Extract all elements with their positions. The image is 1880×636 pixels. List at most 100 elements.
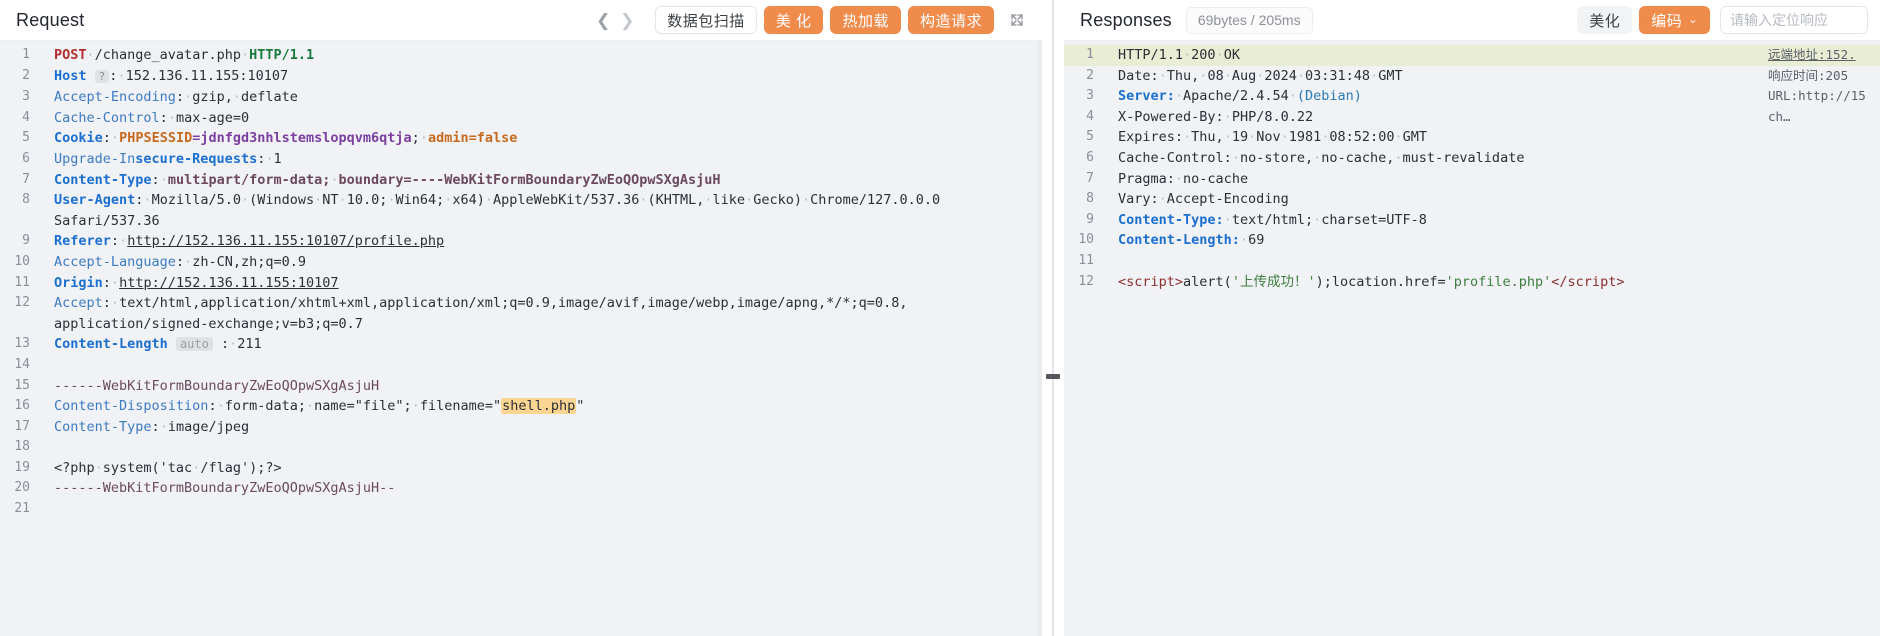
line-number: 5 — [1086, 129, 1094, 145]
code-line: 18 — [0, 437, 1042, 458]
line-number: 8 — [22, 192, 30, 208]
code-line: 3 Server:·Apache/2.4.54·(Debian) — [1064, 86, 1880, 107]
code-line: 7 Content-Type:·multipart/form-data;·boun… — [0, 170, 1042, 191]
line-number: 3 — [1086, 88, 1094, 104]
line-number: 8 — [1086, 191, 1094, 207]
request-code-scroll[interactable]: 1 POST·/change_avatar.php·HTTP/1.1 2 Host ?… — [0, 41, 1042, 636]
chevron-left-icon[interactable]: ❮ — [592, 7, 614, 33]
response-panel-title: Responses — [1080, 9, 1172, 30]
code-line: 13 Content-Length auto :·211 — [0, 334, 1042, 355]
line-content: Accept-Language:·zh-CN,zh;q=0.9 — [54, 253, 306, 270]
code-line: 3 Accept-Encoding:·gzip,·deflate — [0, 87, 1042, 108]
request-panel: Request ❮ ❯ 数据包扫描 美 化 热加载 构造请求 1 POST·/c… — [0, 0, 1042, 636]
line-content: Expires:·Thu,·19·Nov·1981·08:52:00·GMT — [1118, 129, 1427, 146]
request-code-lines: 1 POST·/change_avatar.php·HTTP/1.1 2 Host ?… — [0, 41, 1042, 520]
line-content: Safari/537.36 — [54, 212, 160, 229]
line-content: Pragma:·no-cache — [1118, 170, 1249, 187]
line-content: Content-Length:·69 — [1118, 232, 1265, 249]
request-toolbar: Request ❮ ❯ 数据包扫描 美 化 热加载 构造请求 — [0, 0, 1042, 41]
code-line: 9 Content-Type:·text/html;·charset=UTF-8 — [1064, 210, 1880, 231]
line-number: 19 — [14, 459, 30, 475]
line-number: 21 — [14, 501, 30, 517]
line-content: Vary:·Accept-Encoding — [1118, 191, 1289, 208]
request-nav-arrows: ❮ ❯ — [592, 7, 638, 33]
response-code-scroll[interactable]: 1 HTTP/1.1·200·OK 2 Date:·Thu,·08·Aug·2024·… — [1064, 41, 1880, 636]
line-number: 6 — [22, 150, 30, 166]
line-number: 20 — [14, 480, 30, 496]
line-content: POST·/change_avatar.php·HTTP/1.1 — [54, 47, 315, 63]
line-content: Referer:·http://152.136.11.155:10107/pro… — [54, 233, 445, 250]
beautify-button[interactable]: 美 化 — [763, 6, 824, 34]
line-number: 11 — [1078, 252, 1094, 268]
packet-scan-button[interactable]: 数据包扫描 — [655, 6, 757, 34]
line-number: 1 — [1086, 47, 1094, 62]
line-content: X-Powered-By:·PHP/8.0.22 — [1118, 108, 1314, 125]
line-number: 18 — [14, 439, 30, 455]
code-line: 2 Date:·Thu,·08·Aug·2024·03:31:48·GMT — [1064, 66, 1880, 87]
code-line: 1 POST·/change_avatar.php·HTTP/1.1 — [0, 45, 1042, 66]
response-toolbar: Responses 69bytes / 205ms 美化 编码 ⌄ — [1064, 0, 1880, 41]
line-number: 14 — [14, 356, 30, 372]
line-number: 2 — [1086, 67, 1094, 83]
response-panel: Responses 69bytes / 205ms 美化 编码 ⌄ 1 HTTP/… — [1064, 0, 1880, 636]
code-line: 8 User-Agent:·Mozilla/5.0·(Windows·NT·10.… — [0, 190, 1042, 211]
code-line: 7 Pragma:·no-cache — [1064, 169, 1880, 190]
response-code-area[interactable]: 1 HTTP/1.1·200·OK 2 Date:·Thu,·08·Aug·2024·… — [1064, 41, 1880, 636]
line-number: 6 — [1086, 149, 1094, 165]
line-content: Content-Disposition:·form-data;·name="fi… — [54, 398, 585, 415]
line-content: Accept:·text/html,application/xhtml+xml,… — [54, 295, 908, 312]
line-content: Upgrade-Insecure-Requests:·1 — [54, 150, 282, 167]
divider-line — [1052, 0, 1054, 636]
panel-divider[interactable] — [1042, 0, 1064, 636]
divider-grip-handle[interactable] — [1046, 374, 1060, 379]
code-line: 4 X-Powered-By:·PHP/8.0.22 — [1064, 107, 1880, 128]
line-number: 16 — [14, 398, 30, 414]
line-number: 12 — [14, 295, 30, 311]
response-size-badge: 69bytes / 205ms — [1185, 6, 1313, 34]
code-line: 12 <script>alert('上传成功！');location.href='… — [1064, 272, 1880, 293]
line-content: HTTP/1.1·200·OK — [1118, 47, 1240, 63]
line-number: 4 — [22, 109, 30, 125]
chevron-down-icon: ⌄ — [1688, 13, 1698, 26]
line-number: 11 — [14, 274, 30, 290]
encoding-dropdown-button[interactable]: 编码 ⌄ — [1639, 6, 1710, 34]
line-number: 13 — [14, 336, 30, 352]
line-content: ------WebKitFormBoundaryZwEoQOpwSXgAsjuH… — [54, 480, 396, 497]
line-number: 17 — [14, 418, 30, 434]
chevron-right-icon[interactable]: ❯ — [616, 7, 638, 33]
line-content: User-Agent:·Mozilla/5.0·(Windows·NT·10.0… — [54, 192, 941, 209]
line-number: 10 — [1078, 232, 1094, 248]
line-content: ------WebKitFormBoundaryZwEoQOpwSXgAsjuH — [54, 377, 380, 394]
response-beautify-button[interactable]: 美化 — [1577, 6, 1633, 34]
line-content: Cache-Control:·max-age=0 — [54, 109, 250, 126]
code-line: 11 Origin:·http://152.136.11.155:10107 — [0, 273, 1042, 294]
line-number: 10 — [14, 253, 30, 269]
code-line: 14 — [0, 355, 1042, 376]
request-code-area[interactable]: 1 POST·/change_avatar.php·HTTP/1.1 2 Host ?… — [0, 41, 1042, 636]
line-content: Content-Length auto :·211 — [54, 336, 262, 353]
build-request-button[interactable]: 构造请求 — [907, 6, 994, 34]
code-line: 5 Expires:·Thu,·19·Nov·1981·08:52:00·GMT — [1064, 127, 1880, 148]
line-number: 3 — [22, 89, 30, 105]
line-number: 7 — [22, 171, 30, 187]
hot-reload-button[interactable]: 热加载 — [830, 6, 901, 34]
code-line: 12 Accept:·text/html,application/xhtml+xm… — [0, 293, 1042, 314]
code-line: 2 Host ?:·152.136.11.155:10107 — [0, 66, 1042, 88]
code-line: Safari/537.36 — [0, 211, 1042, 232]
code-line: 6 Upgrade-Insecure-Requests:·1 — [0, 149, 1042, 170]
line-content: Cookie:·PHPSESSID=jdnfgd3nhlstemslopqvm6… — [54, 130, 518, 147]
line-content: Origin:·http://152.136.11.155:10107 — [54, 274, 339, 291]
line-content: <script>alert('上传成功！');location.href='pr… — [1118, 273, 1625, 290]
line-content: Server:·Apache/2.4.54·(Debian) — [1118, 88, 1362, 105]
code-line: 10 Content-Length:·69 — [1064, 230, 1880, 251]
code-line: 4 Cache-Control:·max-age=0 — [0, 108, 1042, 129]
code-line: 16 Content-Disposition:·form-data;·name="… — [0, 396, 1042, 417]
code-line: 17 Content-Type:·image/jpeg — [0, 417, 1042, 438]
http-packet-viewer: Request ❮ ❯ 数据包扫描 美 化 热加载 构造请求 1 POST·/c… — [0, 0, 1880, 636]
locate-response-input[interactable] — [1720, 6, 1868, 34]
code-line: 6 Cache-Control:·no-store,·no-cache,·must… — [1064, 148, 1880, 169]
expand-fullscreen-icon[interactable] — [1004, 7, 1030, 33]
line-number: 7 — [1086, 170, 1094, 186]
code-line: 15 ------WebKitFormBoundaryZwEoQOpwSXgAsj… — [0, 376, 1042, 397]
request-panel-title: Request — [16, 9, 85, 30]
